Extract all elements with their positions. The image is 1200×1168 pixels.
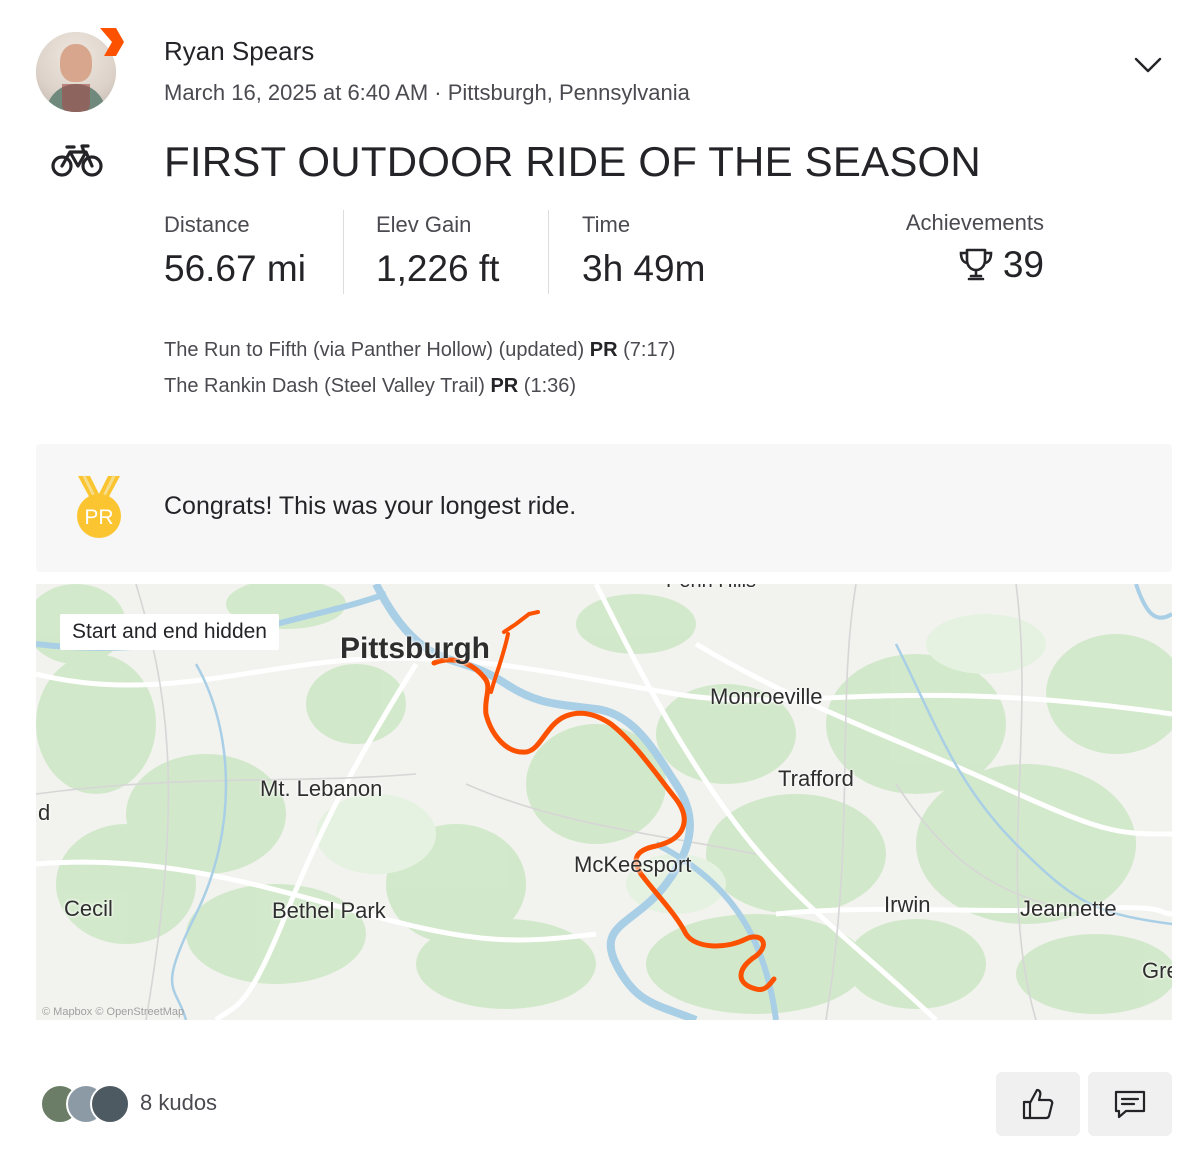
stat-distance: Distance 56.67 mi — [164, 212, 306, 290]
activity-title[interactable]: FIRST OUTDOOR RIDE OF THE SEASON — [164, 138, 981, 186]
segment-time: (7:17) — [623, 339, 676, 361]
medal-label: PR — [84, 506, 113, 529]
segment-name: The Run to Fifth (via Panther Hollow) (u… — [164, 339, 585, 361]
banner-text: Congrats! This was your longest ride. — [164, 492, 577, 520]
comment-button[interactable] — [1088, 1072, 1172, 1136]
map-place-label: Jeannette — [1020, 896, 1117, 921]
comment-icon — [1114, 1090, 1146, 1119]
thumbs-up-icon — [1022, 1088, 1054, 1120]
segment-time: (1:36) — [523, 375, 577, 397]
map-place-label: Penn Hills — [666, 584, 756, 593]
pr-medal-icon: PR — [77, 475, 121, 538]
map-place-label: Mt. Lebanon — [260, 776, 383, 801]
give-kudos-button[interactable] — [996, 1072, 1080, 1136]
route-line-north — [502, 610, 540, 634]
stat-divider — [548, 210, 549, 294]
pr-badge: PR — [490, 375, 519, 397]
map-place-label: McKeesport — [574, 852, 692, 877]
longest-ride-banner: PR Congrats! This was your longest ride. — [36, 444, 1172, 572]
stat-label: Distance — [164, 212, 250, 237]
stat-label: Time — [582, 212, 631, 237]
stat-value: 56.67 mi — [164, 248, 306, 289]
map-attribution[interactable]: © Mapbox © OpenStreetMap — [42, 1006, 184, 1018]
kudos-count[interactable]: 8 kudos — [140, 1090, 217, 1116]
avatar — [90, 1084, 130, 1124]
trophy-icon — [959, 248, 993, 281]
map-place-label: Bethel Park — [272, 898, 386, 923]
achievements[interactable]: Achievements 39 — [894, 210, 1044, 286]
segment-list: The Run to Fifth (via Panther Hollow) (u… — [164, 332, 675, 404]
user-name[interactable]: Ryan Spears — [164, 36, 314, 67]
segment-item[interactable]: The Rankin Dash (Steel Valley Trail) PR … — [164, 368, 675, 404]
stat-elev-gain: Elev Gain 1,226 ft — [376, 212, 499, 290]
subscriber-badge-icon — [100, 28, 124, 56]
post-meta: March 16, 2025 at 6:40 AM · Pittsburgh, … — [164, 80, 690, 105]
pr-badge: PR — [589, 339, 618, 361]
stat-label: Elev Gain — [376, 212, 472, 237]
stat-divider — [343, 210, 344, 294]
map-place-label: Monroeville — [710, 684, 823, 709]
map-place-label: Gre — [1142, 958, 1172, 983]
segment-item[interactable]: The Run to Fifth (via Panther Hollow) (u… — [164, 332, 675, 368]
map-place-label: Irwin — [884, 892, 931, 917]
achievements-count: 39 — [1002, 244, 1044, 285]
privacy-label: Start and end hidden — [60, 614, 279, 650]
map-place-label: Trafford — [778, 766, 854, 791]
stat-value: 1,226 ft — [376, 248, 500, 289]
map-place-label: Pittsburgh — [340, 632, 490, 665]
chevron-down-icon[interactable] — [1130, 50, 1166, 80]
map-place-label: d — [38, 800, 51, 825]
stat-value: 3h 49m — [582, 248, 706, 289]
kudos-avatars[interactable] — [40, 1084, 132, 1124]
map-place-label: Cecil — [64, 896, 113, 921]
achievements-label: Achievements — [905, 210, 1044, 235]
route-map[interactable]: Penn Hills Pittsburgh Monroeville Traffo… — [36, 584, 1172, 1020]
stat-time: Time 3h 49m — [582, 212, 705, 290]
segment-name: The Rankin Dash (Steel Valley Trail) — [164, 375, 485, 397]
bike-icon — [51, 144, 103, 177]
